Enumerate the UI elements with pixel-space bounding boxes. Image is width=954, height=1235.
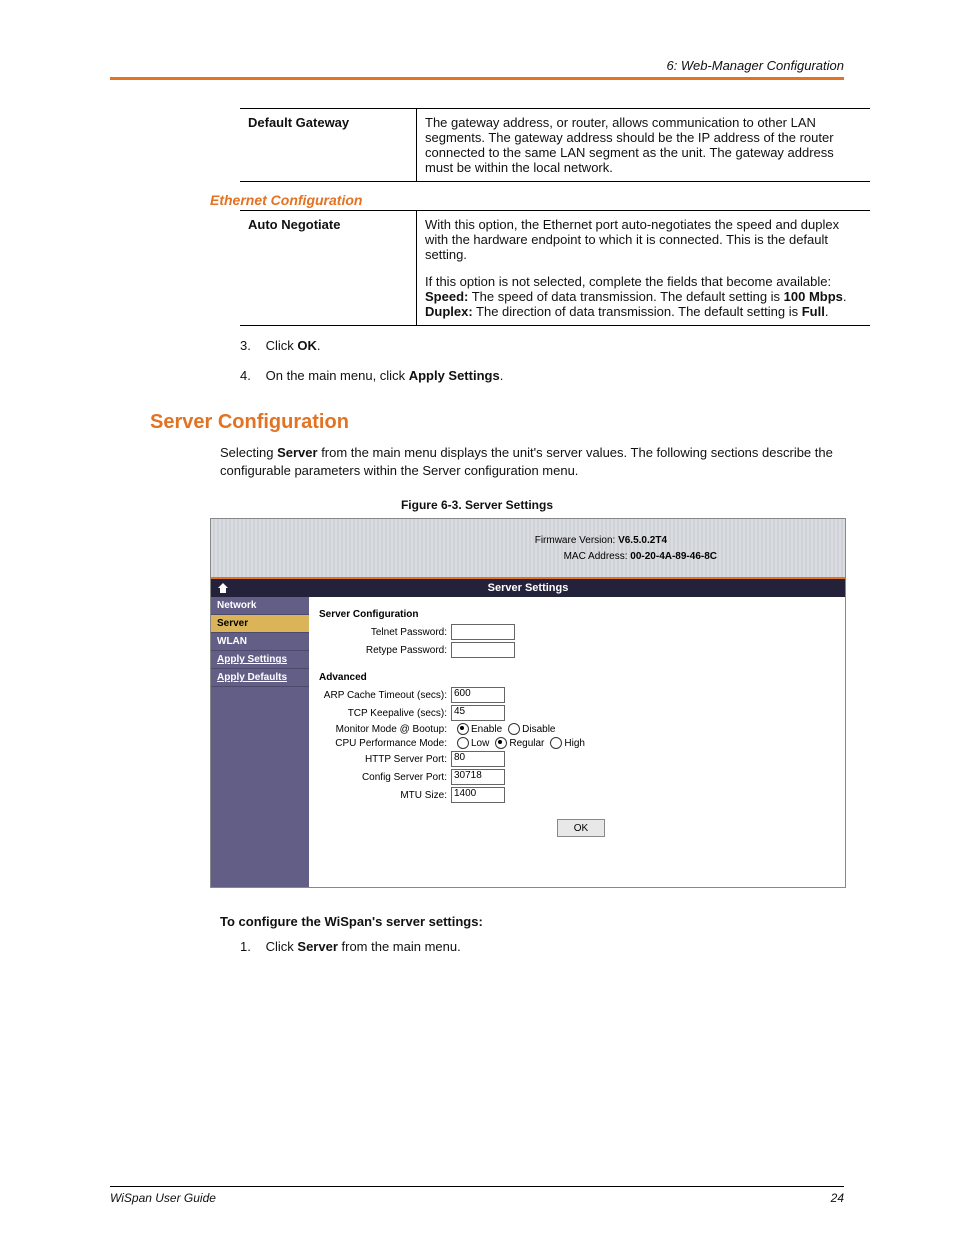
ethernet-config-heading: Ethernet Configuration — [210, 192, 844, 208]
header-rule — [110, 77, 844, 80]
arp-input[interactable]: 600 — [451, 687, 505, 703]
cpu-regular-radio[interactable] — [495, 737, 507, 749]
figure-caption: Figure 6-3. Server Settings — [110, 498, 844, 512]
auto-negotiate-desc-2: If this option is not selected, complete… — [417, 268, 871, 326]
tcp-label: TCP Keepalive (secs): — [319, 708, 447, 719]
http-port-label: HTTP Server Port: — [319, 754, 447, 765]
sidebar-item-server[interactable]: Server — [211, 615, 309, 633]
server-config-intro: Selecting Server from the main menu disp… — [220, 444, 840, 480]
server-configuration-heading: Server Configuration — [150, 411, 844, 434]
monitor-disable-text: Disable — [522, 724, 555, 735]
speed-line: Speed: The speed of data transmission. T… — [425, 289, 862, 304]
http-port-input[interactable]: 80 — [451, 751, 505, 767]
configure-server-subhead: To configure the WiSpan's server setting… — [220, 914, 844, 929]
screenshot-sidebar: Network Server WLAN Apply Settings Apply… — [211, 597, 309, 887]
screenshot-panel: Server Configuration Telnet Password: Re… — [309, 597, 845, 887]
mtu-input[interactable]: 1400 — [451, 787, 505, 803]
ok-button[interactable]: OK — [557, 819, 605, 837]
retype-password-label: Retype Password: — [319, 645, 447, 656]
page-footer: WiSpan User Guide 24 — [110, 1186, 844, 1205]
monitor-enable-text: Enable — [471, 724, 502, 735]
step-3: 3. Click OK. — [240, 336, 844, 356]
tcp-input[interactable]: 45 — [451, 705, 505, 721]
cpu-low-text: Low — [471, 738, 489, 749]
config-port-input[interactable]: 30718 — [451, 769, 505, 785]
monitor-enable-radio[interactable] — [457, 723, 469, 735]
sidebar-item-wlan[interactable]: WLAN — [211, 633, 309, 651]
sidebar-item-apply-settings[interactable]: Apply Settings — [211, 651, 309, 669]
sidebar-item-network[interactable]: Network — [211, 597, 309, 615]
telnet-password-label: Telnet Password: — [319, 627, 447, 638]
chapter-heading: 6: Web-Manager Configuration — [110, 58, 844, 73]
advanced-section-label: Advanced — [319, 672, 835, 683]
arp-label: ARP Cache Timeout (secs): — [319, 690, 447, 701]
cpu-regular-text: Regular — [509, 738, 544, 749]
cpu-label: CPU Performance Mode: — [319, 738, 447, 749]
config-port-label: Config Server Port: — [319, 772, 447, 783]
cpu-low-radio[interactable] — [457, 737, 469, 749]
server-config-section-label: Server Configuration — [319, 609, 835, 620]
mtu-label: MTU Size: — [319, 790, 447, 801]
auto-neg-note: If this option is not selected, complete… — [425, 274, 862, 289]
screenshot-title: Server Settings — [211, 582, 845, 594]
screenshot-top-bar: Firmware Version: V6.5.0.2T4 MAC Address… — [211, 519, 845, 577]
firmware-version: Firmware Version: V6.5.0.2T4 — [535, 535, 667, 546]
auto-negotiate-table: Auto Negotiate With this option, the Eth… — [240, 210, 870, 326]
cpu-high-radio[interactable] — [550, 737, 562, 749]
step-4: 4. On the main menu, click Apply Setting… — [240, 366, 844, 386]
server-settings-screenshot: Firmware Version: V6.5.0.2T4 MAC Address… — [210, 518, 846, 888]
auto-negotiate-desc-1: With this option, the Ethernet port auto… — [417, 211, 871, 269]
footer-page-number: 24 — [831, 1191, 844, 1205]
screenshot-title-bar: Server Settings — [211, 577, 845, 597]
retype-password-input[interactable] — [451, 642, 515, 658]
cpu-high-text: High — [564, 738, 585, 749]
mac-address: MAC Address: 00-20-4A-89-46-8C — [564, 551, 717, 562]
default-gateway-label: Default Gateway — [240, 109, 417, 182]
step-b1: 1. Click Server from the main menu. — [240, 937, 844, 957]
default-gateway-desc: The gateway address, or router, allows c… — [417, 109, 871, 182]
default-gateway-table: Default Gateway The gateway address, or … — [240, 108, 870, 182]
auto-negotiate-label: Auto Negotiate — [240, 211, 417, 326]
telnet-password-input[interactable] — [451, 624, 515, 640]
sidebar-item-apply-defaults[interactable]: Apply Defaults — [211, 669, 309, 687]
duplex-line: Duplex: The direction of data transmissi… — [425, 304, 862, 319]
monitor-disable-radio[interactable] — [508, 723, 520, 735]
monitor-label: Monitor Mode @ Bootup: — [319, 724, 447, 735]
footer-left: WiSpan User Guide — [110, 1191, 216, 1205]
